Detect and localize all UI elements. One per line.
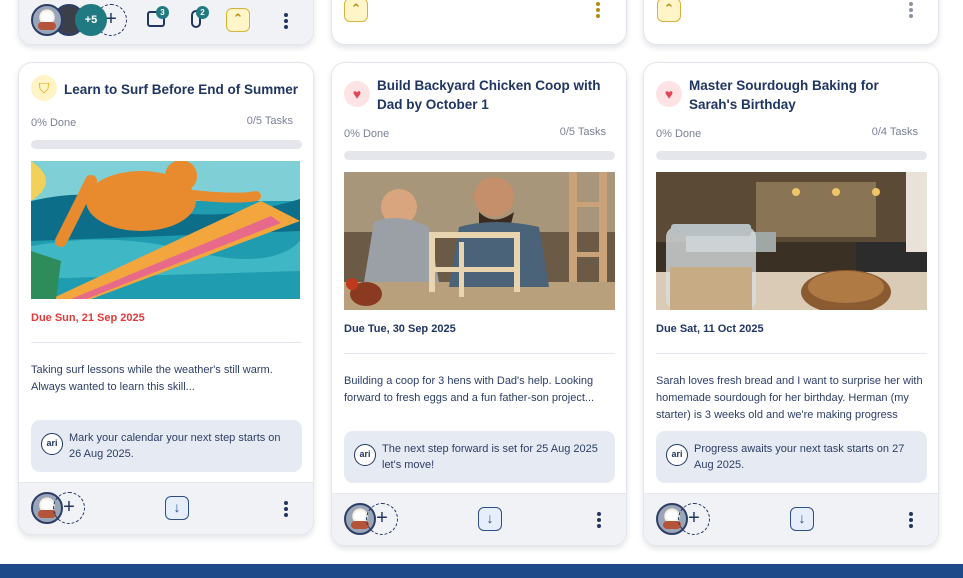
next-step-hint: ari Progress awaits your next task start…	[656, 431, 927, 483]
heart-icon: ♥	[344, 81, 370, 107]
goal-description: Sarah loves fresh bread and I want to su…	[656, 375, 923, 421]
top-card-3: ⌃	[643, 0, 939, 45]
next-step-hint: ari Mark your calendar your next step st…	[31, 420, 302, 472]
ari-assistant-icon: ari	[666, 444, 688, 466]
shield-icon: ⛉	[31, 75, 57, 101]
add-member-button[interactable]: +	[366, 503, 398, 535]
done-label: 0% Done	[31, 117, 77, 129]
avatar[interactable]	[31, 4, 63, 36]
top-card-2: ⌃	[331, 0, 627, 45]
divider	[31, 342, 302, 343]
done-label: 0% Done	[656, 128, 702, 140]
ari-assistant-icon: ari	[354, 444, 376, 466]
goal-description: Building a coop for 3 hens with Dad's he…	[344, 375, 595, 404]
goal-description: Taking surf lessons while the weather's …	[31, 364, 273, 393]
more-options-icon[interactable]	[908, 1, 914, 19]
next-step-hint: ari The next step forward is set for 25 …	[344, 431, 615, 483]
divider	[656, 353, 927, 354]
goal-card[interactable]: ⛉ Learn to Surf Before End of Summer 0% …	[18, 62, 314, 535]
done-label: 0% Done	[344, 128, 390, 140]
deprioritize-button[interactable]: ↓	[790, 507, 814, 531]
progress-bar	[31, 140, 302, 149]
attachments-count-badge: 2	[196, 6, 209, 19]
prioritize-button[interactable]: ⌃	[344, 0, 368, 22]
hint-text: The next step forward is set for 25 Aug …	[382, 443, 598, 471]
goal-title[interactable]: Learn to Surf Before End of Summer	[64, 80, 304, 99]
ari-assistant-icon: ari	[41, 433, 63, 455]
card-footer: + ↓	[332, 493, 626, 545]
top-card-1: +5 + 3 2 ⌃	[18, 0, 314, 45]
more-options-icon[interactable]	[908, 511, 914, 529]
card-footer: + ↓	[19, 482, 313, 534]
tasks-count: 0/5 Tasks	[559, 126, 606, 138]
due-date: Due Tue, 30 Sep 2025	[344, 323, 456, 335]
prioritize-button[interactable]: ⌃	[657, 0, 681, 22]
deprioritize-button[interactable]: ↓	[165, 496, 189, 520]
hint-text: Progress awaits your next task starts on…	[694, 443, 905, 471]
progress-bar	[656, 151, 927, 160]
member-count-avatar[interactable]: +5	[75, 4, 107, 36]
tasks-count: 0/5 Tasks	[246, 115, 293, 127]
add-member-button[interactable]: +	[678, 503, 710, 535]
goal-card[interactable]: ♥ Master Sourdough Baking for Sarah's Bi…	[643, 62, 939, 546]
prioritize-button[interactable]: ⌃	[226, 8, 250, 32]
goal-image	[344, 172, 615, 310]
goal-title[interactable]: Build Backyard Chicken Coop with Dad by …	[377, 76, 617, 114]
deprioritize-button[interactable]: ↓	[478, 507, 502, 531]
hint-text: Mark your calendar your next step starts…	[69, 432, 281, 460]
more-options-icon[interactable]	[596, 511, 602, 529]
more-options-icon[interactable]	[283, 12, 289, 30]
more-options-icon[interactable]	[283, 500, 289, 518]
bottom-navigation-band	[0, 564, 963, 578]
tasks-count: 0/4 Tasks	[871, 126, 918, 138]
goal-image	[656, 172, 927, 310]
divider	[344, 353, 615, 354]
comments-count-badge: 3	[156, 6, 169, 19]
goal-title[interactable]: Master Sourdough Baking for Sarah's Birt…	[689, 76, 929, 114]
goal-image	[31, 161, 300, 299]
extra-members-count: +5	[84, 14, 98, 26]
progress-bar	[344, 151, 615, 160]
more-options-icon[interactable]	[595, 1, 601, 19]
due-date: Due Sun, 21 Sep 2025	[31, 312, 145, 324]
goal-card[interactable]: ♥ Build Backyard Chicken Coop with Dad b…	[331, 62, 627, 546]
card-footer: + ↓	[644, 493, 938, 545]
due-date: Due Sat, 11 Oct 2025	[656, 323, 764, 335]
heart-icon: ♥	[656, 81, 682, 107]
add-member-button[interactable]: +	[53, 492, 85, 524]
